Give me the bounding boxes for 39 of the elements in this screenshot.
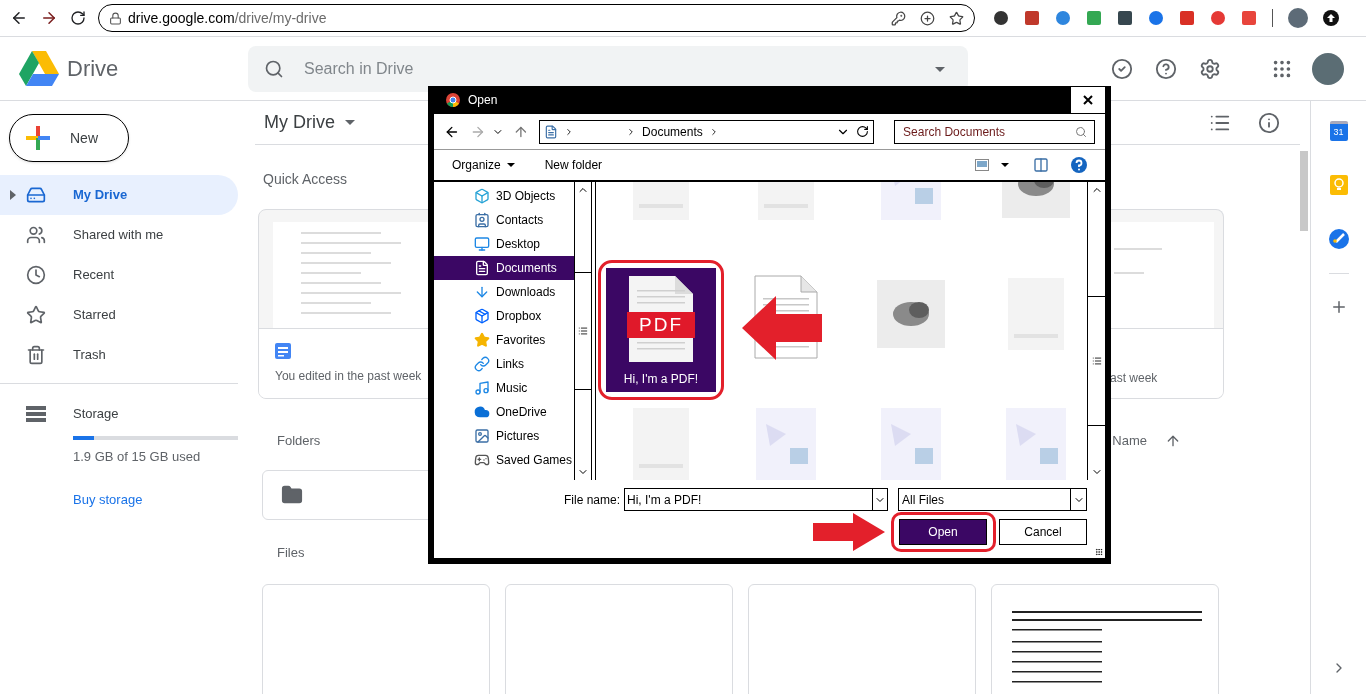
sidebar-item[interactable]: Trash xyxy=(0,335,238,375)
card-meta: You edited in the past week xyxy=(275,368,423,385)
calendar-icon[interactable]: 31 xyxy=(1329,121,1348,141)
nav-item[interactable]: Saved Games xyxy=(434,448,574,472)
sort-label[interactable]: Name xyxy=(1112,431,1147,451)
organize-button[interactable]: Organize xyxy=(452,156,515,174)
path-segment[interactable]: Documents xyxy=(642,122,703,141)
card-meta: ast week xyxy=(1110,370,1159,387)
section-heading: Quick Access xyxy=(263,170,348,189)
field-label: File name: xyxy=(564,491,621,509)
sidebar-item[interactable]: Starred xyxy=(0,295,238,335)
app-name: Drive xyxy=(67,55,120,83)
sidebar-item[interactable]: My Drive xyxy=(0,175,238,215)
cancel-button[interactable]: Cancel xyxy=(999,519,1087,545)
storage-label: Storage xyxy=(73,405,119,423)
file-card[interactable]: ast week xyxy=(1110,209,1224,399)
page-title[interactable]: My Drive xyxy=(264,109,335,136)
new-button[interactable]: New xyxy=(9,114,129,162)
buy-storage-link[interactable]: Buy storage xyxy=(73,490,143,510)
search-field[interactable]: Search in Drive xyxy=(248,45,968,92)
address-field[interactable]: Documents xyxy=(539,119,875,144)
file-name: Hi, I'm a PDF! xyxy=(623,371,699,388)
pdf-label: PDF xyxy=(627,312,695,338)
new-folder-button[interactable]: New folder xyxy=(544,156,603,174)
file-item[interactable]: PDF Hi, I'm a PDF! xyxy=(606,268,716,392)
sidebar-item[interactable]: Recent xyxy=(0,255,238,295)
sidebar-item[interactable]: Shared with me xyxy=(0,215,238,255)
url-text: drive.google.com/drive/my-drive xyxy=(128,8,327,28)
section-heading: Folders xyxy=(277,432,321,450)
nav-item[interactable]: Pictures xyxy=(434,424,574,448)
section-heading: Files xyxy=(277,543,305,562)
dialog-title: Open xyxy=(468,92,498,109)
nav-item[interactable]: Documents xyxy=(434,256,574,280)
open-button[interactable]: Open xyxy=(899,519,987,545)
file-type-select[interactable]: All Files xyxy=(898,488,1088,511)
nav-item[interactable]: OneDrive xyxy=(434,400,574,424)
storage-usage: 1.9 GB of 15 GB used xyxy=(73,447,202,466)
search-field[interactable]: Search Documents xyxy=(894,119,1095,144)
nav-item[interactable]: 3D Objects xyxy=(434,184,574,208)
